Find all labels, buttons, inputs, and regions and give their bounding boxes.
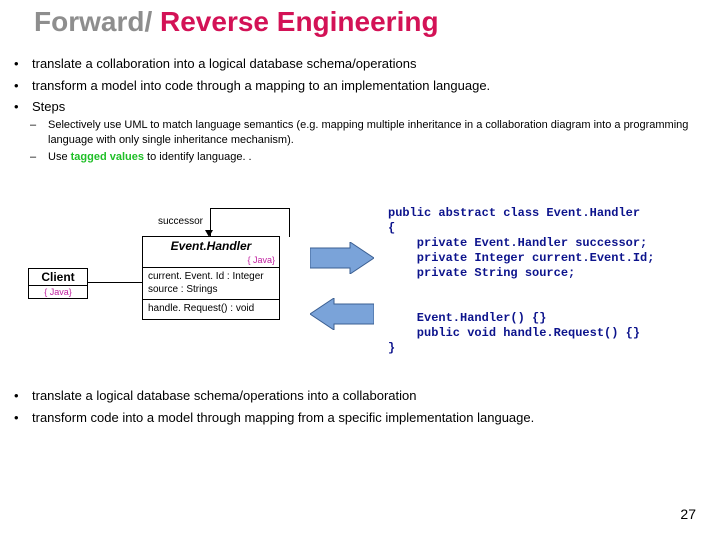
client-class-box: Client { Java} bbox=[28, 268, 88, 299]
sub-text: Use tagged values to identify language. … bbox=[48, 150, 252, 165]
association-line bbox=[87, 282, 142, 283]
class-name: Event.Handler bbox=[143, 237, 279, 255]
bullet-text: transform a model into code through a ma… bbox=[32, 76, 490, 96]
reverse-bullets: •translate a logical database schema/ope… bbox=[14, 386, 704, 429]
title-forward: Forward/ bbox=[34, 6, 152, 37]
bullet-text: translate a logical database schema/oper… bbox=[32, 386, 416, 406]
self-association-line bbox=[210, 208, 290, 237]
sub-text: Selectively use UML to match language se… bbox=[48, 118, 700, 148]
steps-sublist: –Selectively use UML to match language s… bbox=[30, 118, 700, 167]
uml-diagram: Client { Java} successor Event.Handler {… bbox=[10, 200, 710, 370]
client-name: Client bbox=[29, 269, 87, 285]
slide-title: Forward/ Reverse Engineering bbox=[34, 6, 439, 38]
forward-bullets: •translate a collaboration into a logica… bbox=[14, 54, 704, 119]
java-code-block: public abstract class Event.Handler { pr… bbox=[388, 206, 654, 356]
reverse-arrow-icon bbox=[310, 298, 374, 335]
page-number: 27 bbox=[680, 506, 696, 522]
eventhandler-class-box: Event.Handler { Java} current. Event. Id… bbox=[142, 236, 280, 320]
class-tagged-value: { Java} bbox=[143, 255, 279, 268]
successor-label: successor bbox=[158, 216, 203, 227]
class-operations: handle. Request() : void bbox=[143, 300, 279, 319]
class-attributes: current. Event. Id : Integer source : St… bbox=[143, 268, 279, 300]
title-reverse: Reverse Engineering bbox=[152, 6, 438, 37]
bullet-text: Steps bbox=[32, 97, 65, 117]
bullet-text: translate a collaboration into a logical… bbox=[32, 54, 416, 74]
client-tagged-value: { Java} bbox=[29, 285, 87, 298]
forward-arrow-icon bbox=[310, 242, 374, 279]
bullet-text: transform code into a model through mapp… bbox=[32, 408, 534, 428]
tagged-values-label: tagged values bbox=[71, 151, 144, 163]
